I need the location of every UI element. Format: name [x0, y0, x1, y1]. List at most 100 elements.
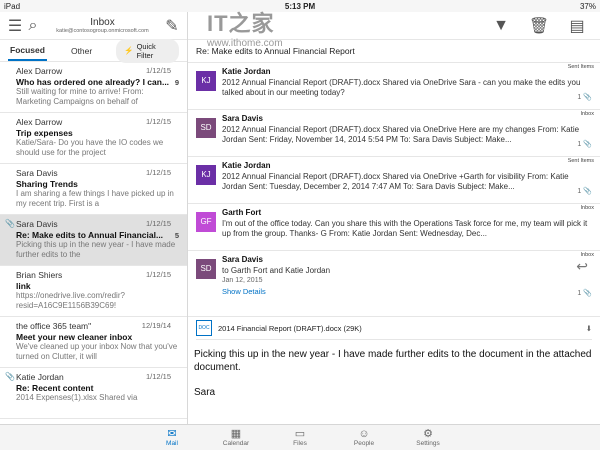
thread-sender: Katie Jordan: [222, 161, 271, 170]
attachment-icon: 📎: [583, 188, 592, 195]
mail-icon: ✉: [167, 428, 177, 440]
delete-icon[interactable]: 🗑: [529, 17, 549, 35]
settings-icon: ⚙: [423, 428, 433, 440]
thread-preview: I'm out of the office today. Can you sha…: [222, 218, 588, 239]
avatar: GF: [196, 212, 216, 232]
message-preview: https://onedrive.live.com/redir?resid=A1…: [16, 291, 125, 310]
message-item[interactable]: the office 365 team" 12/19/14 Meet your …: [0, 317, 187, 368]
attachment-count: 1 📎: [577, 290, 592, 297]
document-icon: DOC: [196, 320, 212, 336]
device-label: iPad: [4, 1, 21, 11]
message-subject: Meet your new cleaner inbox: [16, 331, 133, 342]
quick-filter-label: Quick Filter: [136, 41, 156, 60]
tab-label: Calendar: [222, 440, 250, 447]
attachment-icon: 📎: [583, 290, 592, 297]
clock: 5:13 PM: [284, 1, 316, 11]
message-list-pane: ☰ ⌕ Inbox katie@contosogroup.onmicrosoft…: [0, 12, 188, 424]
thread-message[interactable]: SD Inbox Sara Davis 2012 Annual Financia…: [188, 110, 600, 157]
attachment-icon: 📎: [5, 219, 15, 228]
thread-count: 5: [174, 231, 179, 240]
message-item[interactable]: 📎 Katie Jordan 1/12/15 Re: Recent conten…: [0, 368, 187, 419]
bottom-tab-bar: ✉ Mail ▦ Calendar ▭ Files ☺ People ⚙ Set…: [0, 424, 600, 450]
message-subject: Who has ordered one already? I can...: [16, 76, 170, 87]
message-date: 12/19/14: [141, 321, 171, 330]
message-date: 1/12/15: [145, 117, 171, 126]
message-body: Picking this up in the new year - I have…: [188, 340, 600, 407]
tab-other[interactable]: Other: [69, 42, 94, 60]
tab-people[interactable]: ☺ People: [332, 425, 396, 450]
lightning-icon: ⚡: [124, 46, 134, 55]
message-item-selected[interactable]: 📎 Sara Davis 1/12/15 5 Re: Make edits to…: [0, 215, 187, 266]
message-preview: I am sharing a few things I have picked …: [16, 189, 174, 208]
calendar-icon: ▦: [230, 428, 242, 440]
people-icon: ☺: [358, 428, 370, 440]
folder-tag: Inbox: [580, 205, 594, 211]
attachment-count: 1 📎: [577, 94, 592, 101]
files-icon: ▭: [294, 428, 306, 440]
tab-files[interactable]: ▭ Files: [268, 425, 332, 450]
tab-mail[interactable]: ✉ Mail: [140, 425, 204, 450]
message-subject: Re: Recent content: [16, 382, 94, 393]
tab-label: Files: [293, 440, 307, 447]
signature: Sara: [194, 387, 216, 398]
message-date: 1/12/15: [145, 270, 171, 279]
show-details-link[interactable]: Show Details: [222, 287, 592, 298]
thread-message[interactable]: KJ Sent Items Katie Jordan 2012 Annual F…: [188, 63, 600, 110]
avatar: SD: [196, 259, 216, 279]
message-date: 1/12/15: [145, 372, 171, 381]
compose-icon[interactable]: ✎: [163, 17, 181, 35]
message-subject: Sharing Trends: [16, 178, 78, 189]
status-bar: iPad 5:13 PM 37%: [0, 0, 600, 12]
message-preview: 2014 Expenses(1).xlsx Shared via: [16, 393, 138, 402]
message-item[interactable]: Sara Davis 1/12/15 Sharing Trends I am s…: [0, 164, 187, 215]
thread-message[interactable]: KJ Sent Items Katie Jordan 2012 Annual F…: [188, 157, 600, 204]
message-preview: Still waiting for mine to arrive! From: …: [16, 87, 144, 106]
reading-pane: ▼ 🗑 ▤ Re: Make edits to Annual Financial…: [188, 12, 600, 424]
message-item[interactable]: Alex Darrow 1/12/15 9 Who has ordered on…: [0, 62, 187, 113]
reply-icon[interactable]: ↩: [576, 259, 588, 272]
tab-settings[interactable]: ⚙ Settings: [396, 425, 460, 450]
attachment-icon: 📎: [583, 94, 592, 101]
attachment-count: 1 📎: [577, 141, 592, 148]
thread-sender: Garth Fort: [222, 208, 262, 217]
folder-title: Inbox katie@contosogroup.onmicrosoft.com: [42, 17, 163, 35]
message-date: 1/12/15: [145, 168, 171, 177]
expanded-message-header: SD Inbox Sara Davis to Garth Fort and Ka…: [188, 251, 600, 317]
folder-tag: Sent Items: [567, 64, 594, 70]
battery-indicator: 37%: [579, 1, 596, 11]
tab-focused[interactable]: Focused: [8, 41, 47, 61]
message-date: 1/12/15: [145, 66, 171, 75]
search-icon[interactable]: ⌕: [24, 17, 42, 35]
account-email: katie@contosogroup.onmicrosoft.com: [56, 27, 149, 34]
thread-message[interactable]: GF Inbox Garth Fort I'm out of the offic…: [188, 204, 600, 251]
archive-icon[interactable]: ▤: [568, 17, 586, 35]
message-preview: Katie/Sara- Do you have the IO codes we …: [16, 138, 164, 157]
download-icon[interactable]: ⬇: [586, 324, 592, 333]
message-date: 1/12/15: [145, 219, 171, 228]
watermark-url: www.ithome.com: [207, 38, 283, 49]
attachment-name: 2014 Financial Report (DRAFT).docx (29K): [218, 323, 362, 333]
more-dropdown-icon[interactable]: ▼: [492, 17, 510, 35]
avatar: KJ: [196, 165, 216, 185]
message-subject: link: [16, 280, 31, 291]
thread-sender: Sara Davis: [222, 255, 263, 264]
folder-tag: Inbox: [580, 111, 594, 117]
quick-filter-button[interactable]: ⚡ Quick Filter: [116, 38, 179, 63]
thread-sender: Sara Davis: [222, 114, 263, 123]
message-date: Jan 12, 2015: [222, 277, 263, 284]
tab-label: Mail: [166, 440, 178, 447]
watermark: IT之家 www.ithome.com: [207, 6, 287, 50]
tab-label: People: [353, 440, 375, 447]
thread-preview: 2012 Annual Financial Report (DRAFT).doc…: [222, 171, 569, 192]
body-paragraph: Picking this up in the new year - I have…: [194, 349, 592, 373]
attachment-row[interactable]: DOC 2014 Financial Report (DRAFT).docx (…: [196, 317, 592, 340]
inbox-header: ☰ ⌕ Inbox katie@contosogroup.onmicrosoft…: [0, 12, 187, 40]
tab-calendar[interactable]: ▦ Calendar: [204, 425, 268, 450]
filter-bar: Focused Other ⚡ Quick Filter: [0, 38, 187, 63]
message-item[interactable]: Brian Shiers 1/12/15 link https://onedri…: [0, 266, 187, 317]
message-item[interactable]: Alex Darrow 1/12/15 Trip expenses Katie/…: [0, 113, 187, 164]
thread-count: 9: [174, 78, 179, 87]
menu-icon[interactable]: ☰: [6, 17, 24, 35]
watermark-logo: IT之家: [207, 11, 275, 36]
thread-sender: Katie Jordan: [222, 67, 271, 76]
